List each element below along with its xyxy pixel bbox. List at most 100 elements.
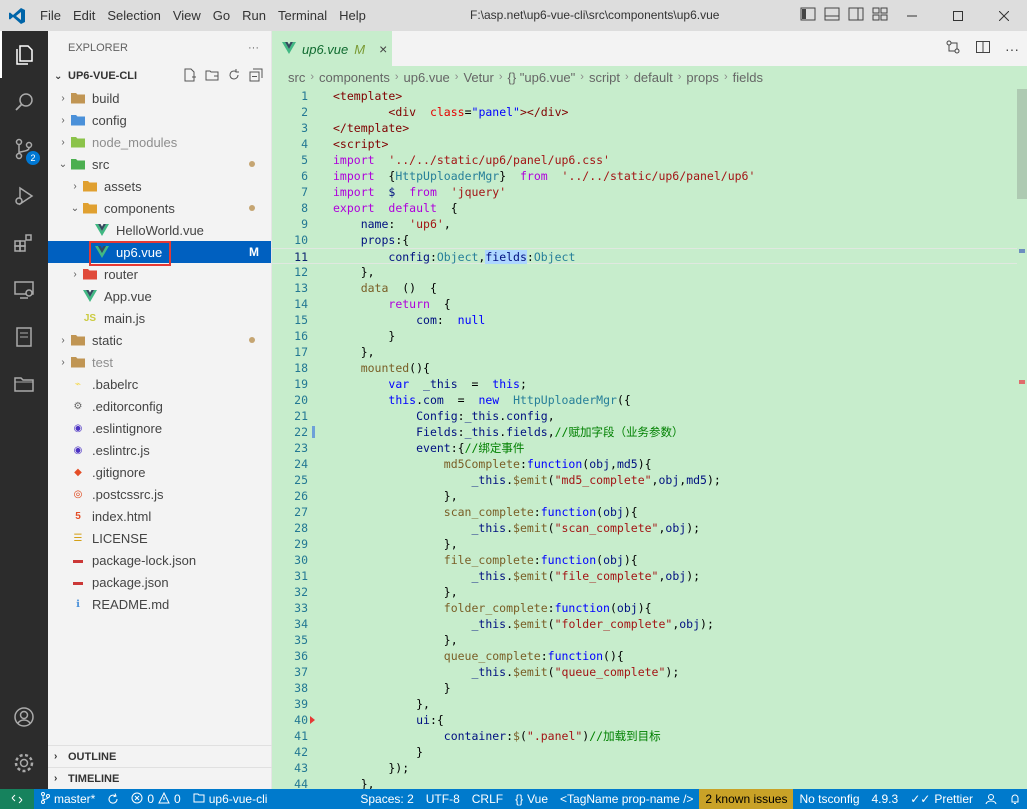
- crumb-module[interactable]: {} "up6.vue": [507, 70, 575, 85]
- crumb-props[interactable]: props: [686, 70, 719, 85]
- refresh-icon[interactable]: [227, 68, 241, 85]
- code-line[interactable]: 2 <div class="panel"></div>: [272, 104, 1017, 120]
- code-line[interactable]: 29 },: [272, 536, 1017, 552]
- tree-folder[interactable]: › router: [48, 263, 271, 285]
- tree-folder[interactable]: › build: [48, 87, 271, 109]
- tagname-status[interactable]: <TagName prop-name />: [554, 789, 699, 809]
- tree-folder[interactable]: › assets: [48, 175, 271, 197]
- code-line[interactable]: 6 import {HttpUploaderMgr} from '../../st…: [272, 168, 1017, 184]
- code-line[interactable]: 35 },: [272, 632, 1017, 648]
- sync-icon[interactable]: [101, 789, 125, 809]
- code-line[interactable]: 4 <script>: [272, 136, 1017, 152]
- customize-layout-icon[interactable]: [872, 7, 888, 24]
- branch-status[interactable]: master*: [34, 789, 101, 809]
- project-root[interactable]: ⌄ UP6-VUE-CLI: [48, 65, 271, 87]
- code-line[interactable]: 25 _this.$emit("md5_complete",obj,md5);: [272, 472, 1017, 488]
- code-line[interactable]: 31 _this.$emit("file_complete",obj);: [272, 568, 1017, 584]
- tree-file[interactable]: App.vue: [48, 285, 271, 307]
- code-line[interactable]: 12 },: [272, 264, 1017, 280]
- collapse-all-icon[interactable]: [249, 68, 263, 85]
- tree-folder[interactable]: ⌄ components: [48, 197, 271, 219]
- new-folder-icon[interactable]: [205, 68, 219, 85]
- search-icon[interactable]: [0, 78, 48, 125]
- run-debug-icon[interactable]: [0, 172, 48, 219]
- tab-close-icon[interactable]: ×: [379, 41, 387, 57]
- extensions-icon[interactable]: [0, 219, 48, 266]
- code-line[interactable]: 44 },: [272, 776, 1017, 789]
- code-line[interactable]: 5 import '../../static/up6/panel/up6.css': [272, 152, 1017, 168]
- eol-status[interactable]: CRLF: [466, 789, 509, 809]
- crumb-fields[interactable]: fields: [733, 70, 763, 85]
- code-line[interactable]: 20 this.com = new HttpUploaderMgr({: [272, 392, 1017, 408]
- code-line[interactable]: 22 Fields:_this.fields,//赋加字段（业务参数）: [272, 424, 1017, 440]
- feedback-icon[interactable]: [979, 789, 1003, 809]
- menu-terminal[interactable]: Terminal: [272, 0, 333, 31]
- split-editor-icon[interactable]: [975, 39, 991, 58]
- close-window-icon[interactable]: [981, 0, 1027, 31]
- remote-indicator-icon[interactable]: [0, 789, 34, 809]
- scrollbar-thumb[interactable]: [1017, 89, 1027, 199]
- tree-file[interactable]: ◉ .eslintrc.js: [48, 439, 271, 461]
- ts-version-status[interactable]: 4.9.3: [866, 789, 905, 809]
- code-line[interactable]: 9 name: 'up6',: [272, 216, 1017, 232]
- code-line[interactable]: 26 },: [272, 488, 1017, 504]
- new-file-icon[interactable]: [183, 68, 197, 85]
- settings-gear-icon[interactable]: [0, 739, 48, 786]
- folder-icon[interactable]: [0, 360, 48, 407]
- more-actions-icon[interactable]: ···: [1005, 41, 1019, 57]
- code-line[interactable]: 28 _this.$emit("scan_complete",obj);: [272, 520, 1017, 536]
- code-line[interactable]: 14 return {: [272, 296, 1017, 312]
- code-line[interactable]: 38 }: [272, 680, 1017, 696]
- encoding-status[interactable]: UTF-8: [420, 789, 466, 809]
- tree-file[interactable]: ◆ .gitignore: [48, 461, 271, 483]
- code-line[interactable]: 11 config:Object,fields:Object: [272, 248, 1017, 264]
- tab-up6-vue[interactable]: up6.vue M ×: [272, 31, 392, 66]
- code-line[interactable]: 3 </template>: [272, 120, 1017, 136]
- code-line[interactable]: 36 queue_complete:function(){: [272, 648, 1017, 664]
- explorer-more-button[interactable]: ···: [248, 42, 259, 54]
- toggle-panel-icon[interactable]: [824, 7, 840, 24]
- tsconfig-status[interactable]: No tsconfig: [793, 789, 865, 809]
- tree-file[interactable]: ⌁ .babelrc: [48, 373, 271, 395]
- remote-explorer-icon[interactable]: [0, 266, 48, 313]
- tree-folder[interactable]: ⌄ src: [48, 153, 271, 175]
- notes-icon[interactable]: [0, 313, 48, 360]
- project-status[interactable]: up6-vue-cli: [187, 789, 274, 809]
- tree-file[interactable]: ◉ .eslintignore: [48, 417, 271, 439]
- tree-folder[interactable]: › config: [48, 109, 271, 131]
- code-line[interactable]: 32 },: [272, 584, 1017, 600]
- code-line[interactable]: 37 _this.$emit("queue_complete");: [272, 664, 1017, 680]
- problems-status[interactable]: 0 0: [125, 789, 186, 809]
- menu-selection[interactable]: Selection: [101, 0, 166, 31]
- tree-file[interactable]: HelloWorld.vue: [48, 219, 271, 241]
- tree-file[interactable]: ▬ package-lock.json: [48, 549, 271, 571]
- tree-file[interactable]: ☰ LICENSE: [48, 527, 271, 549]
- code-line[interactable]: 18 mounted(){: [272, 360, 1017, 376]
- notifications-bell-icon[interactable]: [1003, 789, 1027, 809]
- code-line[interactable]: 41 container:$(".panel")//加载到目标: [272, 728, 1017, 744]
- code-line[interactable]: 40 ui:{: [272, 712, 1017, 728]
- crumb-file[interactable]: up6.vue: [404, 70, 450, 85]
- code-line[interactable]: 30 file_complete:function(obj){: [272, 552, 1017, 568]
- code-line[interactable]: 21 Config:_this.config,: [272, 408, 1017, 424]
- code-line[interactable]: 13 data () {: [272, 280, 1017, 296]
- minimize-icon[interactable]: [889, 0, 935, 31]
- account-icon[interactable]: [0, 693, 48, 740]
- code-line[interactable]: 15 com: null: [272, 312, 1017, 328]
- code-line[interactable]: 33 folder_complete:function(obj){: [272, 600, 1017, 616]
- tree-file[interactable]: up6.vue M: [48, 241, 271, 266]
- tree-folder[interactable]: › test: [48, 351, 271, 373]
- code-line[interactable]: 8 export default {: [272, 200, 1017, 216]
- source-control-icon[interactable]: 2: [0, 125, 48, 172]
- indentation-status[interactable]: Spaces: 2: [354, 789, 419, 809]
- outline-section[interactable]: › OUTLINE: [48, 745, 272, 767]
- crumb-default[interactable]: default: [634, 70, 673, 85]
- menu-file[interactable]: File: [34, 0, 67, 31]
- menu-view[interactable]: View: [167, 0, 207, 31]
- code-editor[interactable]: 1 <template> 2 <div class="panel"></div> 3 <…: [272, 88, 1017, 789]
- explorer-icon[interactable]: [0, 31, 48, 78]
- code-line[interactable]: 19 var _this = this;: [272, 376, 1017, 392]
- code-line[interactable]: 7 import $ from 'jquery': [272, 184, 1017, 200]
- tree-file[interactable]: JS main.js: [48, 307, 271, 329]
- menu-run[interactable]: Run: [236, 0, 272, 31]
